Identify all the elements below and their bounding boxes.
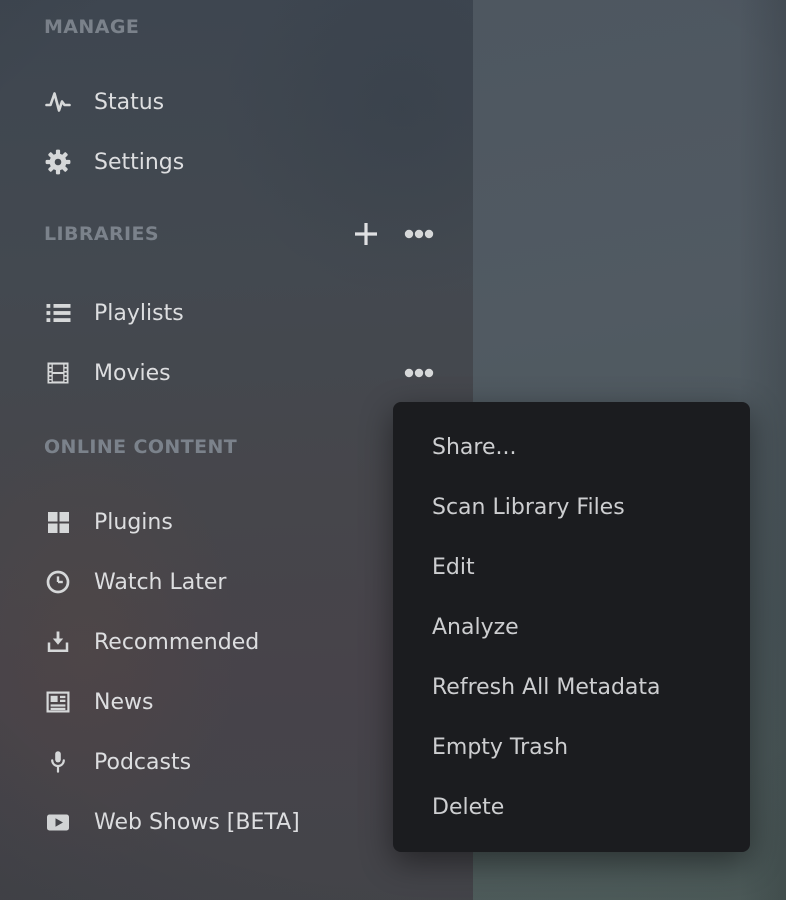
sidebar-item-label: Recommended [94, 630, 259, 655]
movies-more-button[interactable] [404, 368, 434, 378]
section-header-manage: MANAGE [44, 16, 139, 38]
menu-item-delete[interactable]: Delete [393, 777, 750, 837]
menu-item-refresh-all-metadata[interactable]: Refresh All Metadata [393, 657, 750, 717]
plus-icon [352, 220, 380, 248]
sidebar-item-label: Plugins [94, 510, 173, 535]
sidebar-item-label: Web Shows [BETA] [94, 810, 300, 835]
menu-item-scan-library-files[interactable]: Scan Library Files [393, 477, 750, 537]
section-header-online-content: ONLINE CONTENT [44, 436, 237, 458]
sidebar-item-label: Settings [94, 150, 184, 175]
ellipsis-icon [404, 368, 434, 378]
add-library-button[interactable] [352, 220, 380, 248]
menu-item-analyze[interactable]: Analyze [393, 597, 750, 657]
activity-icon [44, 88, 72, 116]
play-video-icon [44, 808, 72, 836]
sidebar-item-settings[interactable]: Settings [0, 132, 473, 192]
sidebar-item-label: Movies [94, 361, 171, 386]
sidebar-item-label: Playlists [94, 301, 184, 326]
library-context-menu: Share... Scan Library Files Edit Analyze… [393, 402, 750, 852]
sidebar-item-label: Status [94, 90, 164, 115]
sidebar-item-label: Podcasts [94, 750, 191, 775]
libraries-more-button[interactable] [404, 229, 434, 239]
microphone-icon [44, 748, 72, 776]
menu-item-edit[interactable]: Edit [393, 537, 750, 597]
section-header-libraries: LIBRARIES [44, 223, 159, 245]
sidebar-item-label: News [94, 690, 153, 715]
newspaper-icon [44, 688, 72, 716]
download-icon [44, 628, 72, 656]
grid-icon [44, 508, 72, 536]
gear-icon [44, 148, 72, 176]
ellipsis-icon [404, 229, 434, 239]
sidebar-item-movies[interactable]: Movies [0, 343, 473, 403]
menu-item-empty-trash[interactable]: Empty Trash [393, 717, 750, 777]
film-icon [44, 359, 72, 387]
sidebar-item-label: Watch Later [94, 570, 226, 595]
sidebar-item-playlists[interactable]: Playlists [0, 283, 473, 343]
playlist-icon [44, 299, 72, 327]
sidebar-item-status[interactable]: Status [0, 72, 473, 132]
clock-icon [44, 568, 72, 596]
menu-item-share[interactable]: Share... [393, 417, 750, 477]
